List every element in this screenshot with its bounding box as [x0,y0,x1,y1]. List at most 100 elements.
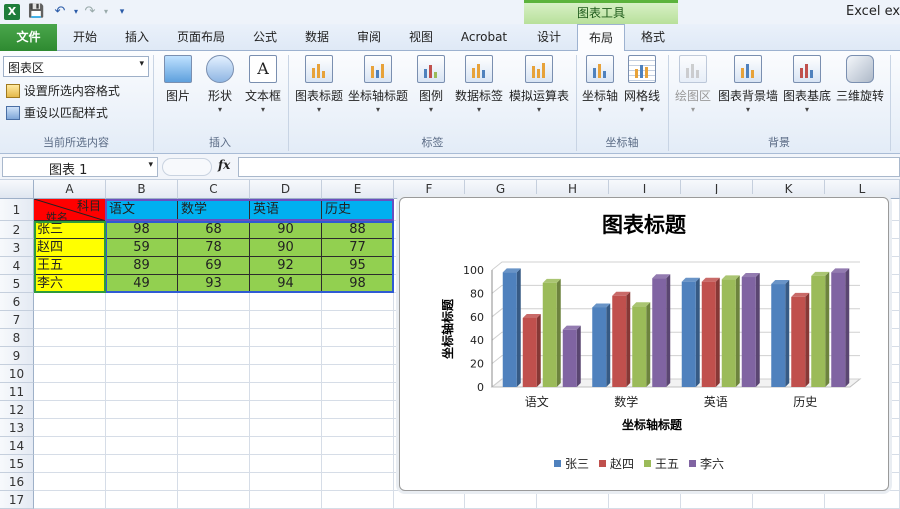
row-header-4[interactable]: 4 [0,257,34,275]
cell[interactable] [34,401,106,419]
data-labels-button[interactable]: 数据标签 ▾ [454,55,504,127]
axis-titles-button[interactable]: 坐标轴标题 ▾ [348,55,408,127]
cell[interactable] [34,329,106,347]
undo-icon[interactable]: ↶ [52,4,68,20]
cell[interactable] [322,329,394,347]
cell[interactable] [106,293,178,311]
row-header-11[interactable]: 11 [0,383,34,401]
cell[interactable] [322,383,394,401]
cell[interactable] [250,365,322,383]
cell[interactable] [250,437,322,455]
cell[interactable] [178,347,250,365]
chart-object[interactable]: 0 20 40 60 80 100 语文 数学 英语 历史 图表标题 坐标轴标题 坐标轴标题 张三 赵四 王五… [399,197,889,491]
legend-button[interactable]: 图例 ▾ [412,55,450,127]
cell[interactable] [250,419,322,437]
row-header-15[interactable]: 15 [0,455,34,473]
cell[interactable] [34,293,106,311]
cell[interactable] [322,401,394,419]
cell[interactable] [34,347,106,365]
gridlines-button[interactable]: 网格线 ▾ [622,55,662,127]
tab-file[interactable]: 文件 [0,24,57,51]
insert-function-icon[interactable]: fx [218,158,234,176]
subject-header-cell[interactable]: 英语 [250,199,322,221]
customize-qat-icon[interactable]: ▾ [114,4,130,20]
cell[interactable] [178,383,250,401]
cell[interactable] [825,491,900,509]
cell[interactable] [106,329,178,347]
cell-a1-header[interactable]: 科目 姓名 [34,199,106,221]
row-header-2[interactable]: 2 [0,221,34,239]
score-cell[interactable]: 78 [178,239,250,257]
student-name-cell[interactable]: 王五 [34,257,106,275]
cell[interactable] [178,401,250,419]
formula-expand-handle[interactable] [162,158,212,176]
cell[interactable] [106,473,178,491]
format-selection-button[interactable]: 设置所选内容格式 [6,82,120,100]
chevron-down-icon[interactable]: ▾ [148,160,153,170]
column-header-a[interactable]: A [34,180,106,199]
cell[interactable] [106,455,178,473]
tab-layout[interactable]: 布局 [577,24,625,52]
row-header-10[interactable]: 10 [0,365,34,383]
cell[interactable] [106,437,178,455]
cell[interactable] [465,491,537,509]
rotation-3d-button[interactable]: 三维旋转 [834,55,886,127]
score-cell[interactable]: 88 [322,221,394,239]
score-cell[interactable]: 92 [250,257,322,275]
cell[interactable] [34,437,106,455]
tab-design[interactable]: 设计 [526,24,572,51]
score-cell[interactable]: 77 [322,239,394,257]
chart-floor-button[interactable]: 图表基底 ▾ [781,55,833,127]
cell[interactable] [34,311,106,329]
tab-review[interactable]: 审阅 [344,24,394,51]
cell[interactable] [178,473,250,491]
chart-wall-button[interactable]: 图表背景墙 ▾ [716,55,780,127]
data-table-button[interactable]: 模拟运算表 ▾ [508,55,570,127]
row-header-8[interactable]: 8 [0,329,34,347]
redo-dropdown-icon[interactable]: ▾ [98,4,114,20]
plot-area-button[interactable]: 绘图区 ▾ [672,55,714,127]
cell[interactable] [34,455,106,473]
cell[interactable] [34,491,106,509]
row-header-12[interactable]: 12 [0,401,34,419]
row-header-17[interactable]: 17 [0,491,34,509]
score-cell[interactable]: 69 [178,257,250,275]
cell[interactable] [250,491,322,509]
column-header-d[interactable]: D [250,180,322,199]
tab-data[interactable]: 数据 [292,24,342,51]
cell[interactable] [106,491,178,509]
row-header-3[interactable]: 3 [0,239,34,257]
cell[interactable] [250,383,322,401]
cell[interactable] [178,455,250,473]
cell[interactable] [537,491,609,509]
picture-button[interactable]: 图片 [160,55,196,127]
cell[interactable] [250,473,322,491]
score-cell[interactable]: 93 [178,275,250,293]
cell[interactable] [322,419,394,437]
cell[interactable] [609,491,681,509]
cell[interactable] [34,473,106,491]
cell[interactable] [681,491,753,509]
selection-dropdown[interactable]: 图表区 ▾ [3,56,149,77]
cell[interactable] [178,491,250,509]
cell[interactable] [250,293,322,311]
textbox-button[interactable]: A 文本框 ▾ [243,55,283,127]
row-header-13[interactable]: 13 [0,419,34,437]
shapes-button[interactable]: 形状 ▾ [202,55,238,127]
cell[interactable] [322,365,394,383]
cell[interactable] [178,437,250,455]
cell[interactable] [178,311,250,329]
cell[interactable] [753,491,825,509]
cell[interactable] [394,491,465,509]
worksheet-grid[interactable]: ABCDEFGHIJKL 1 2 3 4 5 6 7 8 9 10 11 12 13 14 15 16 17 科… [0,180,900,509]
formula-input[interactable] [238,157,900,177]
tab-formulas[interactable]: 公式 [240,24,290,51]
row-header-7[interactable]: 7 [0,311,34,329]
subject-header-cell[interactable]: 历史 [322,199,394,221]
tab-format[interactable]: 格式 [630,24,676,51]
cell[interactable] [34,419,106,437]
score-cell[interactable]: 94 [250,275,322,293]
cell[interactable] [106,383,178,401]
cell[interactable] [250,329,322,347]
row-header-5[interactable]: 5 [0,275,34,293]
